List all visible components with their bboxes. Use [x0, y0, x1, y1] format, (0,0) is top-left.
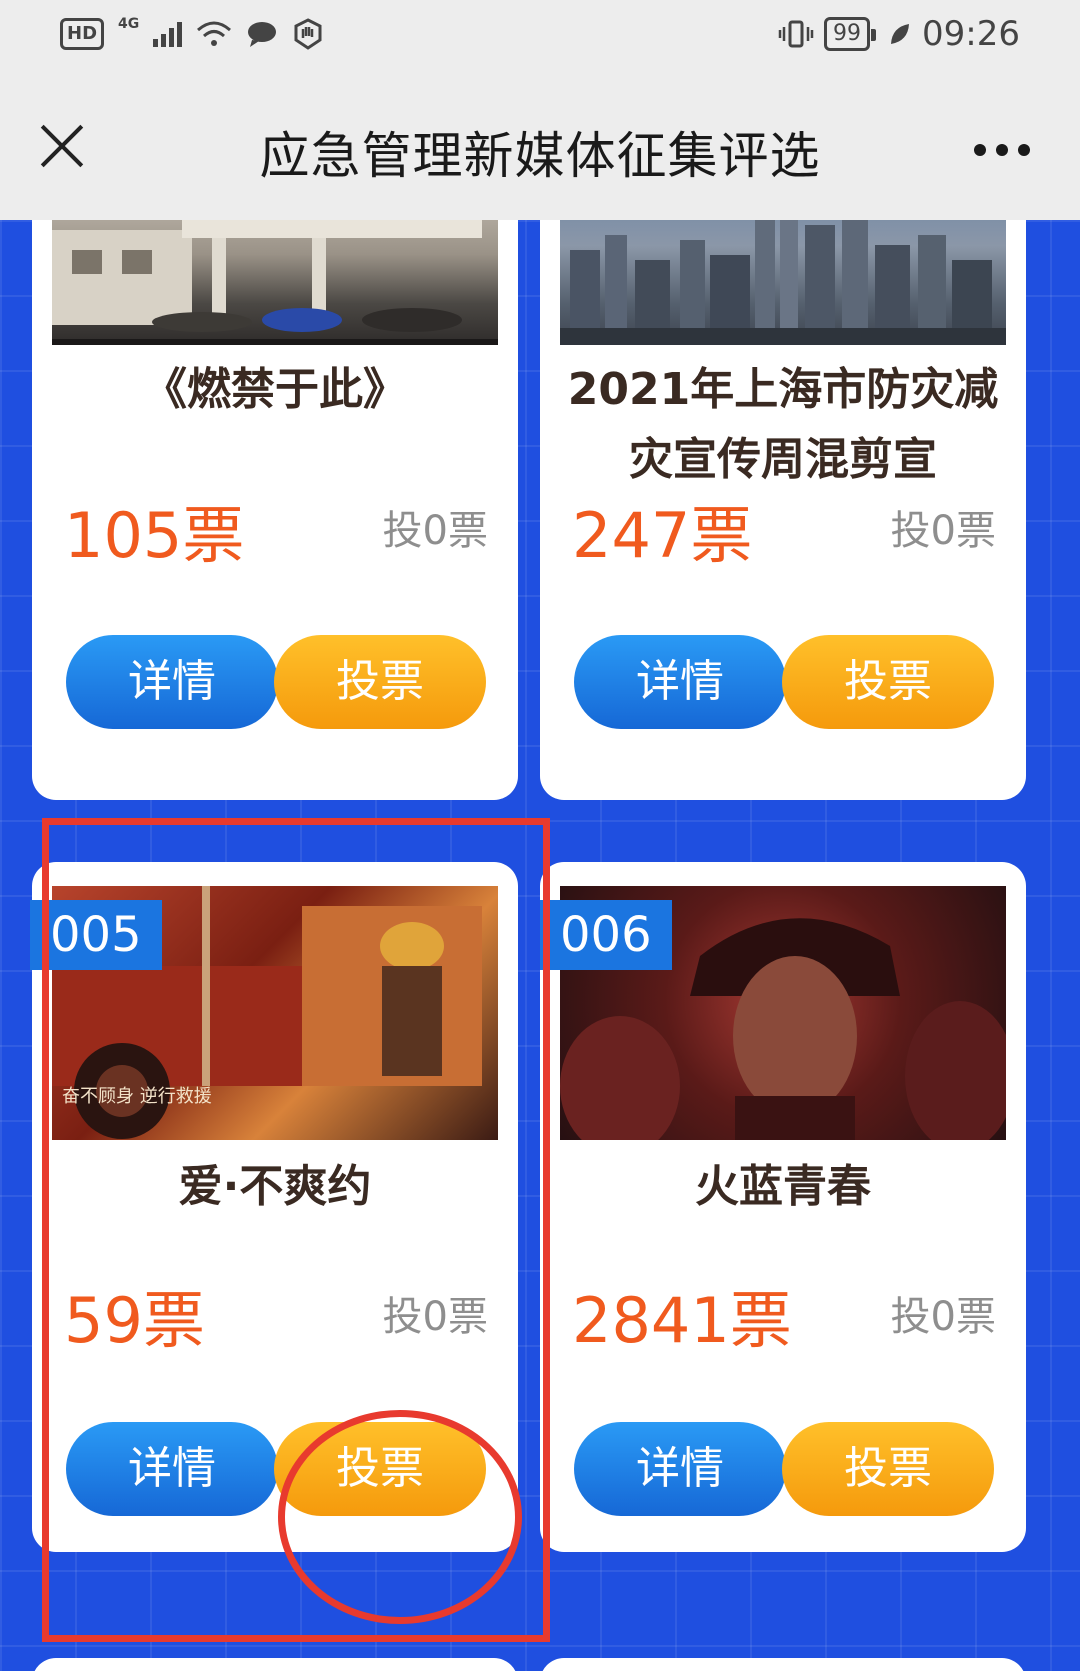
entry-card: 2021年上海市防灾减灾宣传周混剪宣 247票 投0票 详情 投票 — [540, 220, 1026, 800]
detail-button[interactable]: 详情 — [574, 635, 786, 729]
hand-icon — [294, 18, 322, 50]
video-thumbnail[interactable] — [52, 220, 498, 345]
vote-count: 247票 — [572, 499, 753, 572]
entry-card: 006 火蓝青春 2841票 投0票 详情 投票 — [540, 862, 1026, 1552]
title-bar: 应急管理新媒体征集评选 — [0, 80, 1080, 220]
my-votes-label: 投0票 — [890, 1294, 996, 1340]
vote-button[interactable]: 投票 — [274, 635, 486, 729]
chat-icon — [248, 22, 277, 47]
entry-title: 《燃禁于此》 — [143, 364, 407, 415]
video-thumbnail[interactable] — [560, 220, 1006, 345]
vote-count: 105票 — [64, 499, 245, 572]
entry-title: 2021年上海市防灾减灾宣传周混剪宣 — [567, 364, 999, 485]
my-votes-label: 投0票 — [890, 508, 996, 554]
hd-icon: HD — [60, 18, 105, 50]
detail-button[interactable]: 详情 — [574, 1422, 786, 1516]
entry-card-partial — [32, 1658, 518, 1671]
vote-count: 2841票 — [572, 1284, 792, 1357]
entry-title: 火蓝青春 — [695, 1161, 871, 1212]
city-skyline-image — [560, 220, 1006, 345]
detail-button[interactable]: 详情 — [66, 635, 278, 729]
network-type: 4G — [118, 16, 140, 32]
content-area[interactable]: 《燃禁于此》 105票 投0票 详情 投票 2021年上海市防灾减灾宣传周混剪宣… — [0, 220, 1080, 1671]
highlight-circle — [278, 1410, 522, 1624]
my-votes-label: 投0票 — [382, 508, 488, 554]
entry-number-badge: 006 — [540, 900, 672, 970]
status-left: HD 4G — [60, 16, 324, 50]
more-options-icon[interactable] — [974, 144, 1030, 156]
page-title: 应急管理新媒体征集评选 — [259, 127, 821, 185]
vibrate-icon — [778, 20, 814, 48]
wifi-icon — [197, 21, 232, 46]
vote-button[interactable]: 投票 — [782, 1422, 994, 1516]
signal-icon — [153, 21, 183, 47]
entry-card: 《燃禁于此》 105票 投0票 详情 投票 — [32, 220, 518, 800]
entry-card-partial — [540, 1658, 1026, 1671]
battery-indicator: 99 — [824, 17, 877, 51]
leaf-icon — [891, 24, 910, 44]
status-bar: HD 4G 99 09:26 — [0, 0, 1080, 80]
clock: 09:26 — [922, 14, 1020, 54]
status-right: 99 09:26 — [778, 14, 1020, 54]
vote-button[interactable]: 投票 — [782, 635, 994, 729]
gas-station-image — [52, 220, 498, 345]
